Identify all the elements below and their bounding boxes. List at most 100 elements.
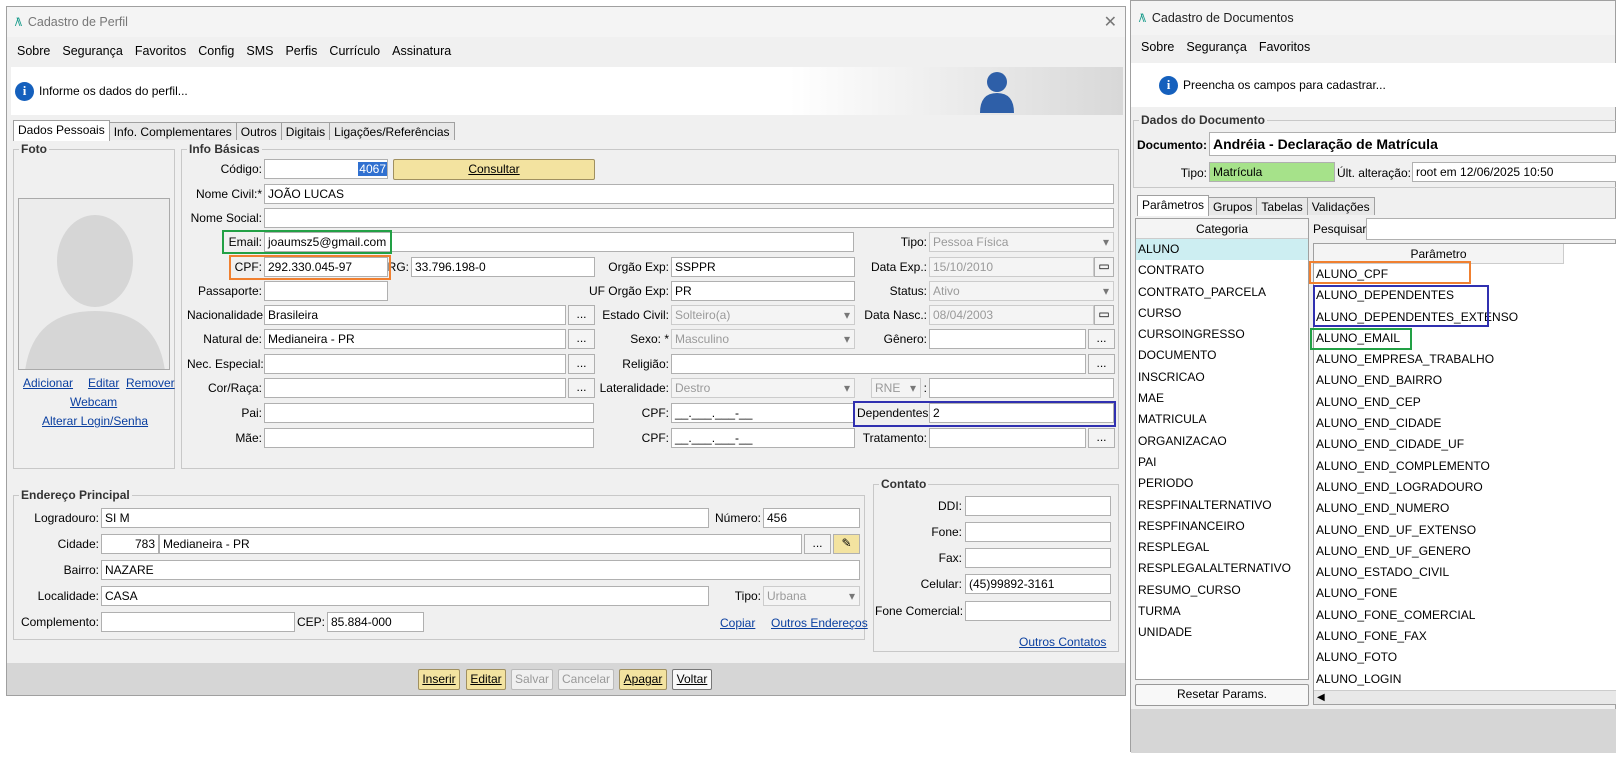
rg-input[interactable]: 33.796.198-0 bbox=[411, 257, 595, 277]
natural-input[interactable]: Medianeira - PR bbox=[264, 329, 566, 349]
nome-social-input[interactable] bbox=[264, 208, 1114, 228]
parametro-item[interactable]: ALUNO_END_UF_EXTENSO bbox=[1314, 520, 1616, 541]
categoria-item[interactable]: RESPLEGAL bbox=[1136, 537, 1308, 558]
adicionar-link[interactable]: Adicionar bbox=[23, 376, 73, 390]
endereco-tipo-select[interactable]: Urbana bbox=[763, 586, 860, 606]
parametro-item[interactable]: ALUNO_ESTADO_CIVIL bbox=[1314, 562, 1616, 583]
estado-civil-select[interactable]: Solteiro(a) bbox=[671, 305, 855, 325]
parametro-item[interactable]: ALUNO_LOGIN bbox=[1314, 669, 1616, 690]
fone-comercial-input[interactable] bbox=[965, 601, 1111, 621]
nacionalidade-lookup-button[interactable]: ... bbox=[568, 305, 595, 325]
parametro-item[interactable]: ALUNO_END_CEP bbox=[1314, 392, 1616, 413]
doc-menu-seguranca[interactable]: Segurança bbox=[1186, 40, 1246, 54]
cancelar-button[interactable]: Cancelar bbox=[558, 669, 614, 690]
webcam-link[interactable]: Webcam bbox=[70, 395, 117, 409]
parametro-item[interactable]: ALUNO_END_COMPLEMENTO bbox=[1314, 456, 1616, 477]
uf-orgao-input[interactable]: PR bbox=[671, 281, 855, 301]
religiao-lookup-button[interactable]: ... bbox=[1088, 354, 1115, 374]
rne-select[interactable]: RNE bbox=[871, 378, 921, 398]
parametro-item[interactable]: ALUNO_END_UF_GENERO bbox=[1314, 541, 1616, 562]
genero-input[interactable] bbox=[929, 329, 1086, 349]
pesquisar-input[interactable] bbox=[1366, 218, 1616, 240]
menu-sobre[interactable]: Sobre bbox=[17, 44, 50, 58]
complemento-input[interactable] bbox=[101, 612, 295, 632]
close-icon[interactable]: ✕ bbox=[1104, 12, 1117, 32]
categoria-item[interactable]: RESPFINANCEIRO bbox=[1136, 516, 1308, 537]
sexo-select[interactable]: Masculino bbox=[671, 329, 855, 349]
editar-link[interactable]: Editar bbox=[88, 376, 119, 390]
cidade-codigo-input[interactable]: 783 bbox=[101, 534, 159, 554]
fax-input[interactable] bbox=[965, 548, 1111, 568]
cor-raca-input[interactable] bbox=[264, 378, 566, 398]
doc-tipo-input[interactable]: Matrícula bbox=[1209, 162, 1335, 182]
ddi-input[interactable] bbox=[965, 496, 1111, 516]
cidade-lookup-button[interactable]: ... bbox=[804, 534, 831, 554]
cidade-input[interactable]: Medianeira - PR bbox=[159, 534, 802, 554]
horizontal-scrollbar[interactable]: ◀ bbox=[1314, 690, 1616, 704]
parametro-item[interactable]: ALUNO_END_CIDADE_UF bbox=[1314, 434, 1616, 455]
tab-tabelas[interactable]: Tabelas bbox=[1256, 197, 1308, 215]
categoria-item[interactable]: ALUNO bbox=[1136, 239, 1308, 261]
categoria-item[interactable]: CURSOINGRESSO bbox=[1136, 324, 1308, 345]
doc-menu-favoritos[interactable]: Favoritos bbox=[1259, 40, 1310, 54]
copiar-link[interactable]: Copiar bbox=[720, 616, 755, 630]
menu-seguranca[interactable]: Segurança bbox=[62, 44, 122, 58]
categoria-item[interactable]: PERIODO bbox=[1136, 473, 1308, 494]
tratamento-lookup-button[interactable]: ... bbox=[1088, 428, 1115, 448]
tratamento-input[interactable] bbox=[929, 428, 1086, 448]
menu-assinatura[interactable]: Assinatura bbox=[392, 44, 451, 58]
doc-menu-sobre[interactable]: Sobre bbox=[1141, 40, 1174, 54]
editar-button[interactable]: Editar bbox=[466, 669, 506, 690]
categoria-item[interactable]: ORGANIZACAO bbox=[1136, 431, 1308, 452]
lateralidade-select[interactable]: Destro bbox=[671, 378, 855, 398]
categoria-item[interactable]: CONTRATO_PARCELA bbox=[1136, 282, 1308, 303]
categoria-item[interactable]: DOCUMENTO bbox=[1136, 345, 1308, 366]
data-nasc-input[interactable]: 08/04/2003 bbox=[929, 305, 1094, 325]
genero-lookup-button[interactable]: ... bbox=[1088, 329, 1115, 349]
menu-favoritos[interactable]: Favoritos bbox=[135, 44, 186, 58]
inserir-button[interactable]: Inserir bbox=[418, 669, 460, 690]
parametro-item[interactable]: ALUNO_FONE bbox=[1314, 583, 1616, 604]
nome-civil-input[interactable]: JOÃO LUCAS bbox=[264, 184, 1114, 204]
categoria-item[interactable]: RESPLEGALALTERNATIVO bbox=[1136, 558, 1308, 579]
resetar-params-button[interactable]: Resetar Params. bbox=[1135, 684, 1309, 706]
passaporte-input[interactable] bbox=[264, 281, 388, 301]
orgao-exp-input[interactable]: SSPPR bbox=[671, 257, 855, 277]
tab-digitais[interactable]: Digitais bbox=[280, 122, 331, 140]
categoria-item[interactable]: PAI bbox=[1136, 452, 1308, 473]
outros-contatos-link[interactable]: Outros Contatos bbox=[1019, 635, 1106, 649]
parametro-item[interactable]: ALUNO_END_LOGRADOURO bbox=[1314, 477, 1616, 498]
mae-cpf-input[interactable]: __.___.___-__ bbox=[671, 428, 855, 448]
data-exp-input[interactable]: 15/10/2010 bbox=[929, 257, 1094, 277]
tab-validacoes[interactable]: Validações bbox=[1306, 197, 1375, 215]
ult-alteracao-input[interactable]: root em 12/06/2025 10:50 bbox=[1412, 162, 1616, 182]
parametro-item[interactable]: ALUNO_END_BAIRRO bbox=[1314, 370, 1616, 391]
parametro-item[interactable]: ALUNO_FONE_FAX bbox=[1314, 626, 1616, 647]
pai-input[interactable] bbox=[264, 403, 594, 423]
categoria-item[interactable]: CONTRATO bbox=[1136, 260, 1308, 281]
consultar-button[interactable]: Consultar bbox=[393, 159, 595, 180]
menu-perfis[interactable]: Perfis bbox=[285, 44, 317, 58]
parametro-item[interactable]: ALUNO_EMPRESA_TRABALHO bbox=[1314, 349, 1616, 370]
parametro-item[interactable]: ALUNO_END_CIDADE bbox=[1314, 413, 1616, 434]
menu-config[interactable]: Config bbox=[198, 44, 234, 58]
categoria-item[interactable]: MATRICULA bbox=[1136, 409, 1308, 430]
categoria-item[interactable]: CURSO bbox=[1136, 303, 1308, 324]
cor-raca-lookup-button[interactable]: ... bbox=[568, 378, 595, 398]
celular-input[interactable]: (45)99892-3161 bbox=[965, 574, 1111, 594]
logradouro-input[interactable]: SI M bbox=[101, 508, 709, 528]
localidade-input[interactable]: CASA bbox=[101, 586, 709, 606]
categoria-item[interactable]: MAE bbox=[1136, 388, 1308, 409]
parametro-item[interactable]: ALUNO_FOTO bbox=[1314, 647, 1616, 668]
menu-sms[interactable]: SMS bbox=[246, 44, 273, 58]
codigo-input[interactable]: 4067 bbox=[264, 159, 388, 179]
nacionalidade-input[interactable]: Brasileira bbox=[264, 305, 566, 325]
tab-outros[interactable]: Outros bbox=[235, 122, 282, 140]
categoria-item[interactable]: INSCRICAO bbox=[1136, 367, 1308, 388]
outros-enderecos-link[interactable]: Outros Endereços bbox=[771, 616, 868, 630]
photo-placeholder[interactable] bbox=[18, 198, 170, 370]
categoria-item[interactable]: RESUMO_CURSO bbox=[1136, 580, 1308, 601]
fone-input[interactable] bbox=[965, 522, 1111, 542]
categoria-item[interactable]: UNIDADE bbox=[1136, 622, 1308, 643]
cep-input[interactable]: 85.884-000 bbox=[327, 612, 424, 632]
